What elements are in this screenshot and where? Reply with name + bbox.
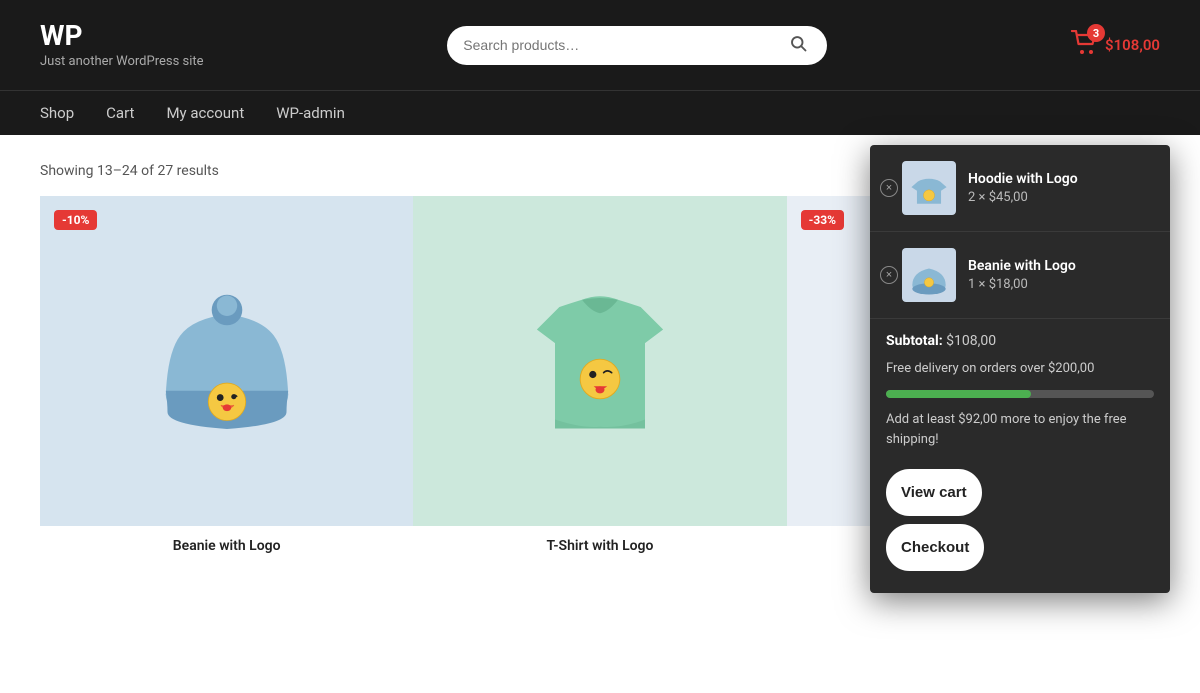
delivery-note: Add at least $92,00 more to enjoy the fr… — [870, 406, 1170, 461]
header: WP Just another WordPress site 3 $108,00 — [0, 0, 1200, 90]
search-input[interactable] — [463, 37, 785, 53]
subtotal-label: Subtotal: — [886, 333, 943, 349]
cart-dropdown: × Hoodie with Logo 2 × $45,00 × Beanie w… — [870, 145, 1170, 593]
cart-price: $108,00 — [1105, 36, 1160, 54]
cart-item-1-qty: 2 × $45,00 — [968, 190, 1154, 205]
cart-icon-wrap: 3 — [1071, 30, 1099, 60]
subtotal-value: $108,00 — [946, 333, 996, 349]
cart-item-2-qty: 1 × $18,00 — [968, 277, 1154, 292]
search-bar — [447, 26, 827, 65]
nav-my-account[interactable]: My account — [166, 104, 244, 122]
logo-title: WP — [40, 22, 204, 50]
cart-area[interactable]: 3 $108,00 — [1071, 30, 1160, 60]
nav-wp-admin[interactable]: WP-admin — [276, 104, 345, 122]
beanie-svg — [142, 256, 312, 466]
product-image-2 — [413, 196, 786, 526]
cart-item-1: × Hoodie with Logo 2 × $45,00 — [870, 145, 1170, 232]
checkout-button[interactable]: Checkout — [886, 524, 984, 571]
cart-item-2-image — [902, 248, 956, 302]
product-card-1[interactable]: -10% Beanie with — [40, 196, 413, 558]
product-card-2[interactable]: T-Shirt with Logo — [413, 196, 786, 558]
remove-item-2-button[interactable]: × — [880, 266, 898, 284]
main-nav: Shop Cart My account WP-admin — [0, 90, 1200, 135]
cart-item-1-name: Hoodie with Logo — [968, 171, 1154, 187]
tshirt-svg — [510, 251, 690, 471]
results-text: Showing 13–24 of 27 results — [40, 163, 219, 179]
product-title-2: T-Shirt with Logo — [413, 526, 786, 558]
search-button[interactable] — [785, 34, 811, 57]
remove-item-1-button[interactable]: × — [880, 179, 898, 197]
cart-badge: 3 — [1087, 24, 1105, 42]
product-image-1: -10% — [40, 196, 413, 526]
progress-fill — [886, 390, 1031, 398]
hoodie-thumbnail — [904, 163, 954, 213]
view-cart-button[interactable]: View cart — [886, 469, 982, 516]
logo-subtitle: Just another WordPress site — [40, 54, 204, 69]
cart-item-1-image — [902, 161, 956, 215]
logo-area: WP Just another WordPress site — [40, 22, 204, 69]
cart-item-2: × Beanie with Logo 1 × $18,00 — [870, 232, 1170, 319]
progress-bar-wrap — [886, 390, 1154, 398]
beanie-thumbnail — [904, 250, 954, 300]
cart-item-2-name: Beanie with Logo — [968, 258, 1154, 274]
subtotal-row: Subtotal: $108,00 — [870, 319, 1170, 357]
nav-cart[interactable]: Cart — [106, 104, 134, 122]
discount-badge-3: -33% — [801, 210, 844, 230]
delivery-text: Free delivery on orders over $200,00 — [886, 361, 1094, 376]
nav-shop[interactable]: Shop — [40, 104, 74, 122]
discount-badge-1: -10% — [54, 210, 97, 230]
delivery-row: Free delivery on orders over $200,00 — [870, 357, 1170, 384]
cart-item-1-info: Hoodie with Logo 2 × $45,00 — [968, 171, 1154, 205]
cart-item-2-info: Beanie with Logo 1 × $18,00 — [968, 258, 1154, 292]
product-title-1: Beanie with Logo — [40, 526, 413, 558]
